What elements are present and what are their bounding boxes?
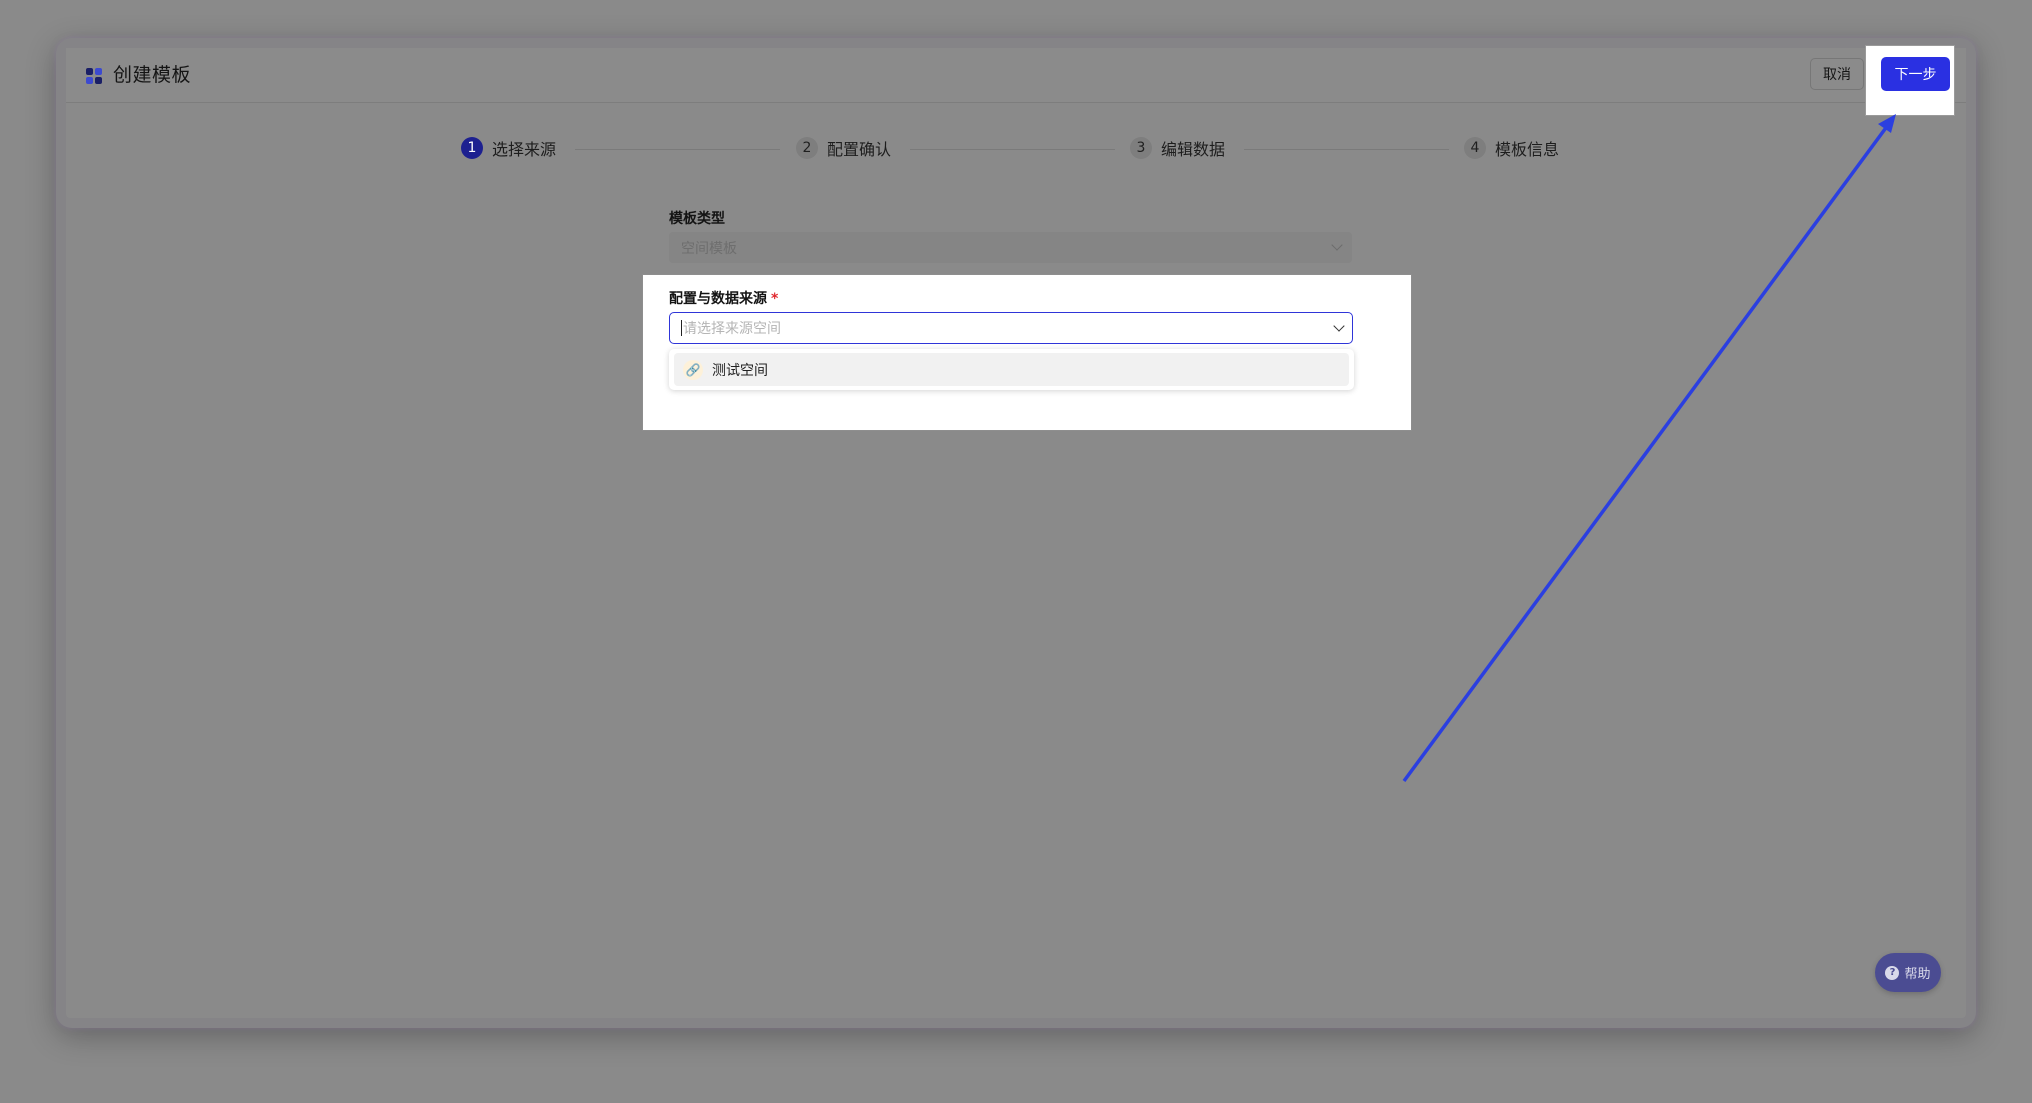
annotation-arrow <box>1402 114 1896 783</box>
arrow-head <box>1878 114 1896 133</box>
arrow-shaft <box>1402 123 1890 783</box>
